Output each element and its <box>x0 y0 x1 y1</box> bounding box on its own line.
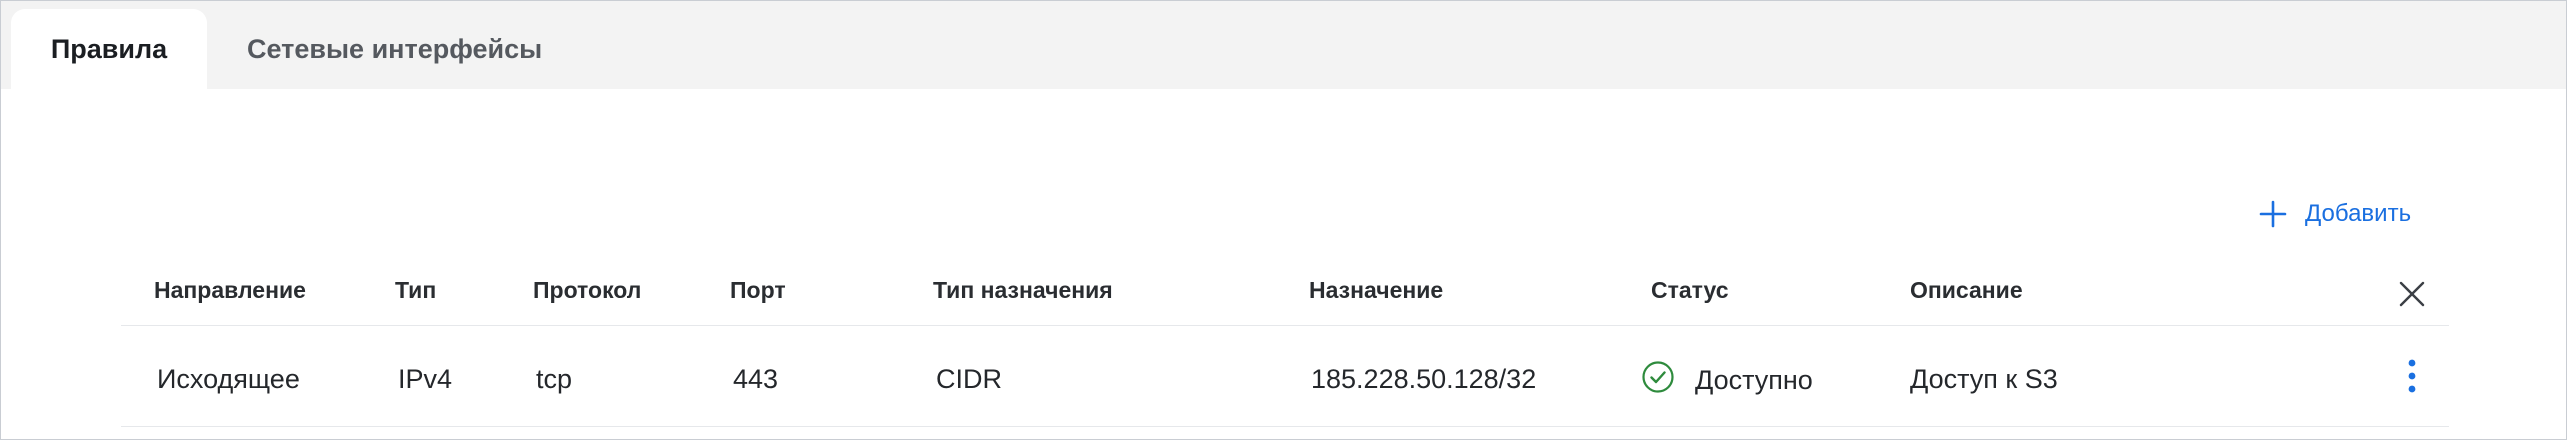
rules-panel: Правила Сетевые интерфейсы Добавить Напр… <box>0 0 2567 440</box>
cell-description: Доступ к S3 <box>1910 364 2058 394</box>
status-text: Доступно <box>1695 365 1813 395</box>
cell-dest-type: CIDR <box>936 364 1002 394</box>
column-header-description[interactable]: Описание <box>1910 277 2023 304</box>
column-header-port[interactable]: Порт <box>730 277 786 304</box>
add-rule-button[interactable]: Добавить <box>2259 199 2411 229</box>
cell-port: 443 <box>733 364 779 394</box>
add-rule-label: Добавить <box>2305 200 2412 227</box>
column-header-status[interactable]: Статус <box>1651 277 1729 304</box>
table-header: Направление Тип Протокол Порт Тип назнач… <box>121 257 2449 326</box>
column-header-dest-type[interactable]: Тип назначения <box>933 277 1113 304</box>
plus-icon <box>2259 200 2287 228</box>
check-circle-icon <box>1641 360 1675 401</box>
column-header-direction[interactable]: Направление <box>154 277 306 304</box>
column-header-protocol[interactable]: Протокол <box>533 277 641 304</box>
more-vertical-icon[interactable] <box>2400 358 2424 399</box>
table-row[interactable]: Исходящее IPv4 tcp 443 CIDR 185.228.50.1… <box>121 326 2449 427</box>
cell-status: Доступно <box>1641 360 1813 401</box>
tab-rules[interactable]: Правила <box>11 9 207 89</box>
cell-protocol: tcp <box>536 364 573 394</box>
column-header-type[interactable]: Тип <box>395 277 436 304</box>
cell-direction: Исходящее <box>157 364 300 394</box>
tab-network-interfaces[interactable]: Сетевые интерфейсы <box>233 9 553 89</box>
tab-bar: Правила Сетевые интерфейсы <box>1 1 2566 89</box>
cell-destination: 185.228.50.128/32 <box>1311 364 1537 394</box>
close-icon[interactable] <box>2397 279 2427 314</box>
column-header-destination[interactable]: Назначение <box>1309 277 1443 304</box>
cell-type: IPv4 <box>398 364 453 394</box>
